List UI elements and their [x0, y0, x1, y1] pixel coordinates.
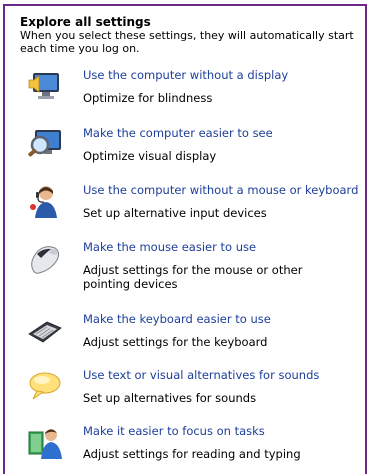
setting-without-mouse-keyboard[interactable]: Use the computer without a mouse or keyb…	[27, 183, 362, 227]
magnifier-monitor-icon	[27, 126, 63, 162]
link-sound-alternatives[interactable]: Use text or visual alternatives for soun…	[83, 368, 319, 382]
desc-without-display: Optimize for blindness	[83, 91, 213, 105]
person-headset-icon	[27, 183, 63, 219]
link-mouse-easier[interactable]: Make the mouse easier to use	[83, 240, 256, 254]
setting-keyboard-easier[interactable]: Make the keyboard easier to use Adjust s…	[27, 312, 362, 356]
setting-easier-to-see[interactable]: Make the computer easier to see Optimize…	[27, 126, 362, 170]
desc-focus-tasks: Adjust settings for reading and typing	[83, 447, 301, 461]
setting-without-display[interactable]: Use the computer without a display Optim…	[27, 68, 362, 112]
link-without-mouse-keyboard[interactable]: Use the computer without a mouse or keyb…	[83, 183, 358, 197]
person-book-icon	[27, 424, 63, 460]
monitor-speaker-icon	[27, 68, 63, 104]
desc-without-mouse-keyboard: Set up alternative input devices	[83, 206, 267, 220]
desc-easier-to-see: Optimize visual display	[83, 149, 217, 163]
settings-panel: Explore all settings When you select the…	[3, 4, 367, 474]
link-keyboard-easier[interactable]: Make the keyboard easier to use	[83, 312, 271, 326]
setting-focus-tasks[interactable]: Make it easier to focus on tasks Adjust …	[27, 424, 362, 468]
desc-sound-alternatives: Set up alternatives for sounds	[83, 391, 257, 405]
section-description: When you select these settings, they wil…	[20, 29, 354, 55]
link-without-display[interactable]: Use the computer without a display	[83, 68, 288, 82]
link-focus-tasks[interactable]: Make it easier to focus on tasks	[83, 424, 265, 438]
setting-sound-alternatives[interactable]: Use text or visual alternatives for soun…	[27, 368, 362, 412]
setting-mouse-easier[interactable]: Make the mouse easier to use Adjust sett…	[27, 240, 362, 291]
mouse-icon	[27, 240, 63, 276]
section-title: Explore all settings	[20, 15, 151, 29]
link-easier-to-see[interactable]: Make the computer easier to see	[83, 126, 273, 140]
speech-bubble-icon	[27, 368, 63, 404]
desc-keyboard-easier: Adjust settings for the keyboard	[83, 335, 268, 349]
keyboard-icon	[27, 312, 63, 348]
desc-mouse-easier: Adjust settings for the mouse or other p…	[83, 263, 303, 291]
panel-header: Explore all settings When you select the…	[20, 15, 360, 55]
